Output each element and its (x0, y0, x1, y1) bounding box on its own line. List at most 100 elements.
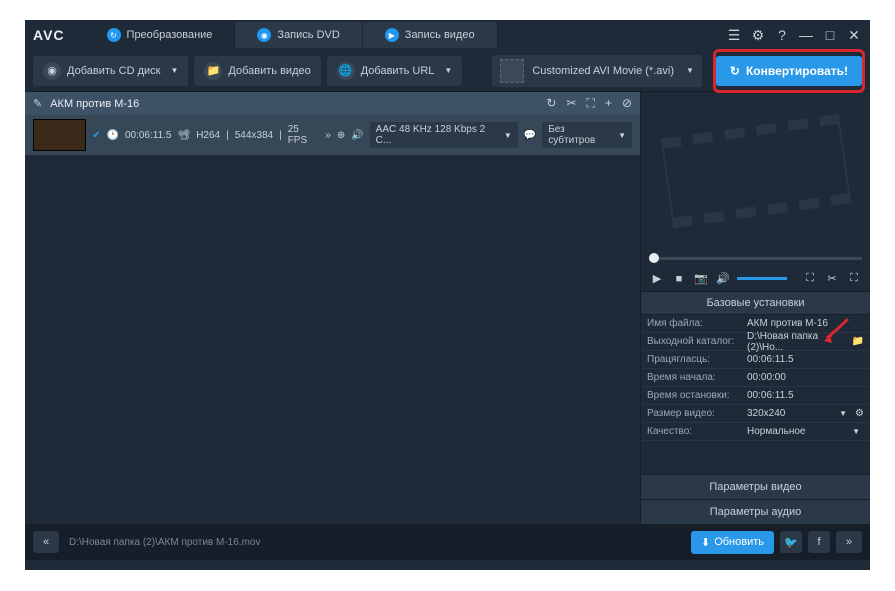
setting-label: Время остановки: (641, 390, 741, 401)
play-button[interactable]: ▶ (649, 271, 665, 287)
volume-slider[interactable] (737, 277, 787, 280)
video-add-icon: 📁 (204, 62, 222, 80)
chevron-down-icon: ▼ (171, 66, 179, 75)
update-button[interactable]: ⬇ Обновить (691, 531, 774, 554)
output-path: D:\Новая папка (2)\АКМ против М-16.mov (69, 537, 260, 548)
tab-label: Преобразование (127, 29, 213, 41)
add-url-button[interactable]: 🌐Добавить URL▼ (327, 56, 463, 86)
divider: | (226, 130, 229, 141)
codec-text: H264 (196, 130, 220, 141)
subtitle-select[interactable]: Без субтитров ▼ (542, 122, 632, 148)
preview-area (641, 92, 870, 250)
chevron-down-icon: ▼ (839, 409, 851, 418)
duration-text: 00:06:11.5 (125, 130, 172, 141)
seek-slider[interactable] (641, 250, 870, 266)
convert-button[interactable]: ↻ Конвертировать! (716, 56, 862, 86)
btn-label: Добавить CD диск (67, 65, 161, 77)
output-format-select[interactable]: Customized AVI Movie (*.avi) ▼ (492, 55, 702, 87)
speaker-icon: 🔊 (351, 130, 363, 141)
snapshot-button[interactable]: 📷 (693, 271, 709, 287)
filmstrip-icon (660, 114, 851, 228)
refresh-icon: ↻ (730, 64, 740, 78)
divider: | (279, 130, 282, 141)
chevron-down-icon: ▼ (686, 66, 694, 75)
chevron-down-icon: ▼ (618, 131, 626, 140)
codec-icon: 📽 (177, 130, 190, 141)
setting-value[interactable]: АКМ против М-16 (741, 318, 870, 329)
setting-label: Имя файла: (641, 318, 741, 329)
minimize-icon[interactable]: — (798, 27, 814, 43)
download-icon: ⬇ (701, 536, 710, 549)
fps-text: 25 FPS (288, 124, 320, 146)
crop-icon[interactable]: ⛶ (587, 96, 595, 111)
btn-label: Обновить (714, 536, 764, 548)
subtitle-icon: 💬 (524, 130, 536, 141)
expand-icon[interactable]: » (325, 130, 331, 141)
collapse-button[interactable]: « (33, 531, 59, 553)
fullscreen-icon[interactable]: ⛶ (802, 271, 818, 287)
btn-label: Добавить видео (228, 65, 310, 77)
btn-label: Добавить URL (361, 65, 435, 77)
setting-label: Качество: (641, 426, 741, 437)
setting-value: 00:06:11.5 (741, 354, 870, 365)
disc-icon: ◉ (257, 28, 271, 42)
setting-label: Время начала: (641, 372, 741, 383)
thumbnail (33, 119, 86, 151)
gear-icon[interactable]: ⚙ (855, 408, 864, 419)
setting-value[interactable]: Нормальное▼ (741, 426, 870, 437)
main-tabs: ↻Преобразование ◉ Запись DVD ▶Запись виде… (85, 22, 498, 48)
audio-text: AAC 48 KHz 128 Kbps 2 C... (376, 124, 496, 146)
right-panel: ▶ ■ 📷 🔊 ⛶ ✂ ⛶ Базовые установки Имя файл… (640, 92, 870, 524)
audio-params-button[interactable]: Параметры аудио (641, 499, 870, 524)
maximize-icon[interactable]: □ (822, 27, 838, 43)
subtitle-text: Без субтитров (548, 124, 610, 146)
setting-label: Выходной каталог: (641, 336, 741, 347)
add-icon[interactable]: + (605, 96, 612, 111)
setting-quality: Качество:Нормальное▼ (641, 423, 870, 441)
chevron-down-icon: ▼ (444, 66, 452, 75)
setting-value[interactable]: D:\Новая папка (2)\Но...📁 (741, 331, 870, 353)
stop-button[interactable]: ■ (671, 271, 687, 287)
setting-outdir: Выходной каталог:D:\Новая папка (2)\Но..… (641, 333, 870, 351)
setting-value[interactable]: 00:00:00 (741, 372, 870, 383)
btn-label: Конвертировать! (746, 64, 848, 78)
audio-select[interactable]: AAC 48 KHz 128 Kbps 2 C... ▼ (370, 122, 518, 148)
twitter-icon[interactable]: 🐦 (780, 531, 802, 553)
expand-button[interactable]: » (836, 531, 862, 553)
tab-convert[interactable]: ↻Преобразование (85, 22, 236, 48)
menu-icon[interactable]: ☰ (726, 27, 742, 43)
tab-dvd[interactable]: ◉ Запись DVD (235, 22, 362, 48)
gear-icon[interactable]: ⚙ (750, 27, 766, 43)
check-icon[interactable]: ✔ (92, 130, 100, 141)
refresh-icon[interactable]: ↻ (546, 96, 556, 111)
video-params-button[interactable]: Параметры видео (641, 474, 870, 499)
tab-label: Запись DVD (277, 29, 339, 41)
setting-start: Время начала:00:00:00 (641, 369, 870, 387)
setting-stop: Время остановки:00:06:11.5 (641, 387, 870, 405)
globe-icon[interactable]: ⊕ (337, 130, 345, 141)
tab-record[interactable]: ▶Запись видео (363, 22, 498, 48)
chevron-down-icon: ▼ (504, 131, 512, 140)
setting-length: Працягласць:00:06:11.5 (641, 351, 870, 369)
cut-icon[interactable]: ✂ (566, 96, 576, 111)
add-cd-button[interactable]: ◉Добавить CD диск▼ (33, 56, 188, 86)
facebook-icon[interactable]: f (808, 531, 830, 553)
help-icon[interactable]: ? (774, 27, 790, 43)
clock-icon: 🕐 (107, 130, 119, 141)
list-item[interactable]: ✎ АКМ против М-16 ↻ ✂ ⛶ + ⊘ ✔ 🕐 00:06:11… (25, 92, 640, 155)
setting-value[interactable]: 00:06:11.5 (741, 390, 870, 401)
edit-icon[interactable]: ✎ (33, 97, 42, 110)
app-logo: AVC (33, 27, 65, 43)
tab-label: Запись видео (405, 29, 475, 41)
volume-icon[interactable]: 🔊 (715, 271, 731, 287)
crop-icon[interactable]: ⛶ (846, 271, 862, 287)
slider-thumb[interactable] (649, 253, 659, 263)
setting-size: Размер видео:320x240▼⚙ (641, 405, 870, 423)
folder-icon[interactable]: 📁 (852, 336, 864, 347)
cut-icon[interactable]: ✂ (824, 271, 840, 287)
setting-value[interactable]: 320x240▼⚙ (741, 408, 870, 419)
film-icon (500, 59, 524, 83)
remove-icon[interactable]: ⊘ (622, 96, 632, 111)
add-video-button[interactable]: 📁 Добавить видео (194, 56, 320, 86)
close-icon[interactable]: ✕ (846, 27, 862, 43)
